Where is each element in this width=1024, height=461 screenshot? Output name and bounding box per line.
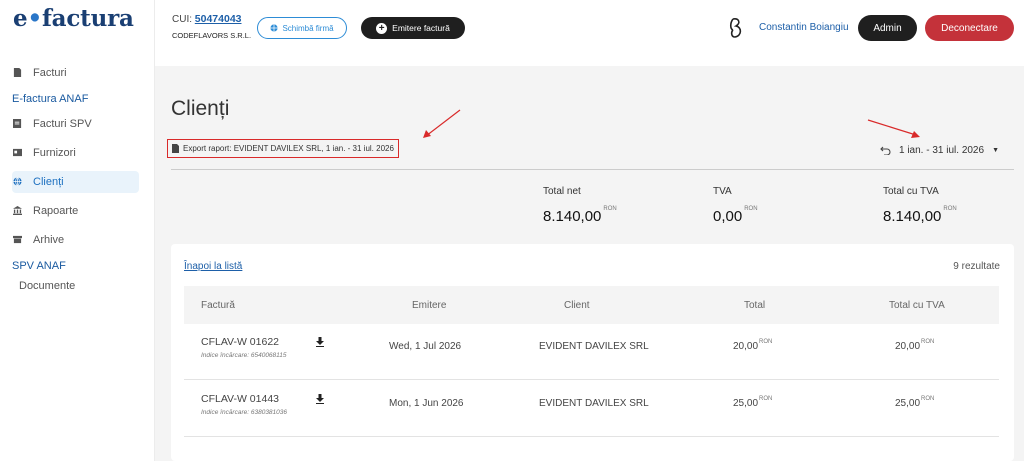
divider [171, 169, 1014, 170]
change-company-button[interactable]: Schimbă firmă [257, 17, 347, 39]
total-value: 25,00 [733, 398, 759, 409]
currency-label: RON [744, 206, 758, 212]
invoice-icon [13, 119, 22, 128]
issue-date: Mon, 1 Jun 2026 [389, 398, 464, 409]
brand-mark-icon [729, 18, 742, 38]
total-vat-value: 20,00 [895, 341, 921, 352]
sidebar-item-label: Rapoarte [33, 205, 79, 217]
cui-display: CUI: 50474043 [172, 13, 242, 25]
total-vat-label: TVA [713, 186, 732, 197]
sidebar-item-label: Facturi [33, 67, 67, 79]
sidebar-section-spv: SPV ANAF [12, 260, 66, 272]
admin-button[interactable]: Admin [858, 15, 917, 41]
upload-index: Indice încărcare: 6380381036 [201, 409, 288, 416]
sidebar-item-documente[interactable]: Documente [19, 280, 155, 292]
undo-icon[interactable] [880, 146, 891, 155]
column-header-invoice[interactable]: Factură [201, 300, 235, 311]
sidebar-item-clienti[interactable]: Clienți [12, 171, 139, 193]
table-header: Factură Emitere Client Total Total cu TV… [184, 286, 999, 324]
plus-icon: + [376, 22, 388, 34]
user-name[interactable]: Constantin Boiangiu [759, 22, 849, 33]
document-icon [172, 144, 179, 153]
page-title: Clienți [171, 97, 230, 120]
total-vat: TVA 0,00 RON [713, 186, 758, 225]
total-with-vat: Total cu TVA 8.140,00 RON [883, 186, 957, 225]
sidebar-item-label: Clienți [33, 176, 64, 188]
annotation-arrow-icon [867, 119, 920, 138]
total-value: 20,00 [733, 341, 759, 352]
currency-label: RON [943, 206, 957, 212]
change-company-label: Schimbă firmă [282, 23, 334, 33]
currency-label: RON [921, 339, 935, 345]
issue-invoice-button[interactable]: + Emitere factură [361, 17, 465, 39]
total-with-vat-value: 8.140,00 [883, 208, 942, 225]
company-name: CODEFLAVORS S.R.L. [172, 31, 252, 40]
upload-index: Indice încărcare: 6540068115 [201, 352, 287, 359]
sidebar-section-efactura: E-factura ANAF [12, 93, 89, 105]
export-report-label: Export raport: EVIDENT DAVILEX SRL, 1 ia… [183, 144, 394, 153]
row-total-vat: 25,00RON [895, 396, 935, 409]
total-vat-value: 25,00 [895, 398, 921, 409]
invoice-icon [13, 68, 22, 77]
invoice-number[interactable]: CFLAV-W 01443 [201, 393, 279, 405]
cui-link[interactable]: 50474043 [195, 13, 242, 25]
results-count: 9 rezultate [953, 261, 1000, 272]
currency-label: RON [759, 339, 773, 345]
total-net-value: 8.140,00 [543, 208, 602, 225]
archive-icon [13, 235, 22, 244]
sidebar-item-label: Facturi SPV [33, 118, 92, 130]
sidebar-item-furnizori[interactable]: Furnizori [12, 142, 139, 164]
annotation-arrow-icon [423, 109, 461, 138]
total-with-vat-label: Total cu TVA [883, 186, 939, 197]
date-range-label: 1 ian. - 31 iul. 2026 [899, 145, 985, 156]
globe-icon [270, 24, 279, 32]
table-row[interactable]: CFLAV-W 01622 Indice încărcare: 65400681… [184, 324, 999, 380]
currency-label: RON [759, 396, 773, 402]
card-icon [13, 148, 22, 157]
table-row[interactable]: CFLAV-W 01443 Indice încărcare: 63803810… [184, 381, 999, 437]
total-vat-value: 0,00 [713, 208, 743, 225]
app-logo[interactable]: e•factura [13, 5, 134, 32]
sidebar-item-label: Furnizori [33, 147, 76, 159]
sidebar-item-label: Arhive [33, 234, 65, 246]
sidebar-nav: Facturi E-factura ANAF Facturi SPV Furni… [0, 62, 155, 292]
sidebar-item-arhive[interactable]: Arhive [12, 229, 139, 251]
sidebar-item-rapoarte[interactable]: Rapoarte [12, 200, 139, 222]
column-header-total[interactable]: Total [744, 300, 765, 311]
export-report-link[interactable]: Export raport: EVIDENT DAVILEX SRL, 1 ia… [167, 139, 399, 158]
logout-button[interactable]: Deconectare [925, 15, 1014, 41]
bank-icon [13, 206, 22, 215]
column-header-issue-date[interactable]: Emitere [412, 300, 446, 311]
date-range-selector[interactable]: 1 ian. - 31 iul. 2026 ▼ [880, 145, 999, 156]
top-header: CUI: 50474043 CODEFLAVORS S.R.L. Schimbă… [155, 0, 1024, 66]
client-name: EVIDENT DAVILEX SRL [539, 341, 649, 352]
column-header-client[interactable]: Client [564, 300, 590, 311]
issue-date: Wed, 1 Jul 2026 [389, 341, 462, 352]
invoice-number[interactable]: CFLAV-W 01622 [201, 336, 279, 348]
currency-label: RON [603, 206, 617, 212]
row-total-vat: 20,00RON [895, 339, 935, 352]
currency-label: RON [921, 396, 935, 402]
sidebar-item-facturi[interactable]: Facturi [12, 62, 139, 84]
chevron-down-icon: ▼ [992, 147, 999, 154]
invoices-card: Înapoi la listă 9 rezultate Factură Emit… [171, 244, 1014, 461]
total-net: Total net 8.140,00 RON [543, 186, 617, 225]
sidebar-item-facturi-spv[interactable]: Facturi SPV [12, 113, 139, 135]
back-to-list-link[interactable]: Înapoi la listă [184, 261, 242, 272]
cui-label: CUI: [172, 14, 192, 25]
client-name: EVIDENT DAVILEX SRL [539, 398, 649, 409]
row-total: 20,00RON [733, 339, 773, 352]
download-icon[interactable] [316, 394, 324, 404]
column-header-total-vat[interactable]: Total cu TVA [889, 300, 945, 311]
sidebar: e•factura Facturi E-factura ANAF Facturi… [0, 0, 155, 461]
row-total: 25,00RON [733, 396, 773, 409]
issue-invoice-label: Emitere factură [392, 23, 450, 33]
download-icon[interactable] [316, 337, 324, 347]
globe-icon [13, 177, 22, 186]
total-net-label: Total net [543, 186, 581, 197]
